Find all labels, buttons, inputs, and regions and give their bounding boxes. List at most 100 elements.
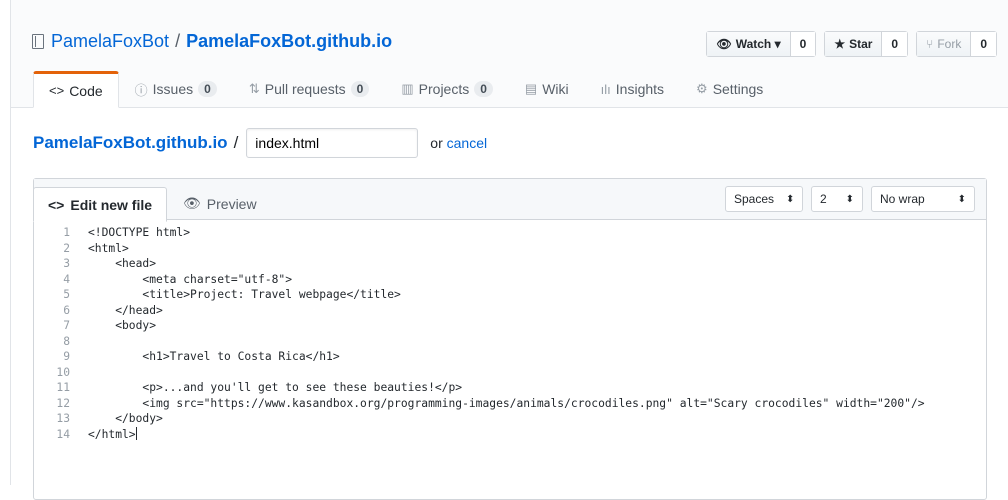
repo-nav-tabs: <> Code ⓘ Issues 0 ⇅ Pull requests 0 ▥ P… [33,71,779,108]
line-number: 8 [63,334,70,348]
cancel-text: or cancel [430,135,487,151]
tab-pull-requests-label: Pull requests [264,81,346,97]
line-number: 4 [63,272,70,286]
eye-icon: 👁 [716,37,732,51]
code-text[interactable]: <p>...and you'll get to see these beauti… [88,380,462,396]
tab-code[interactable]: <> Code [33,71,119,108]
code-line[interactable]: 9 <h1>Travel to Costa Rica</h1> [34,349,986,365]
code-line[interactable]: 3 <head> [34,256,986,272]
indent-mode-select[interactable]: Spaces ⬍ [725,186,803,212]
code-line[interactable]: 7 <body> [34,318,986,334]
code-line[interactable]: 8 [34,334,986,350]
code-line[interactable]: 12 <img src="https://www.kasandbox.org/p… [34,396,986,412]
repo-separator: / [175,31,181,51]
cancel-link[interactable]: cancel [447,135,487,151]
wrap-mode-value: No wrap [880,192,925,206]
filename-input[interactable] [246,128,419,158]
fork-button[interactable]: ⑂ Fork [917,32,972,56]
code-text[interactable]: <body> [88,318,156,334]
watch-count[interactable]: 0 [790,32,816,56]
tab-wiki-label: Wiki [542,81,569,97]
code-text[interactable]: <meta charset="utf-8"> [88,272,292,288]
tab-projects[interactable]: ▥ Projects 0 [385,71,509,106]
code-line[interactable]: 10 [34,365,986,381]
repo-owner-link[interactable]: PamelaFoxBot [51,31,169,52]
code-icon: <> [49,83,65,98]
star-count[interactable]: 0 [882,32,908,56]
code-text[interactable]: <title>Project: Travel webpage</title> [88,287,400,303]
fork-group: ⑂ Fork 0 [916,31,997,57]
tab-insights[interactable]: ılı Insights [585,71,680,106]
line-number: 10 [56,365,70,379]
tab-preview[interactable]: 👁 Preview [169,187,271,220]
code-text[interactable]: </html> [88,427,136,443]
line-number: 5 [63,288,70,301]
line-number: 12 [56,396,70,410]
line-number: 2 [63,241,70,255]
code-text[interactable]: </head> [88,303,163,319]
indent-size-select[interactable]: 2 ⬍ [811,186,863,212]
code-line[interactable]: 4 <meta charset="utf-8"> [34,272,986,288]
repo-actions: 👁 Watch ▾ 0 ★ Star 0 ⑂ Fork 0 [706,31,997,57]
code-text[interactable]: <h1>Travel to Costa Rica</h1> [88,349,339,365]
gear-icon: ⚙ [696,81,708,96]
breadcrumb-separator: / [233,133,239,152]
tab-pull-requests[interactable]: ⇅ Pull requests 0 [233,71,386,106]
code-line[interactable]: 2 <html> [34,241,986,257]
or-label: or [430,135,443,151]
watch-label: Watch ▾ [735,37,781,51]
text-cursor [135,426,137,440]
line-number: 11 [56,381,70,394]
left-border [0,0,11,485]
watch-button[interactable]: 👁 Watch ▾ [707,32,791,56]
issue-icon: ⓘ [134,82,148,98]
line-number: 1 [63,226,70,239]
editor-header: <> Edit new file 👁 Preview Spaces ⬍ 2 ⬍ … [33,179,986,222]
code-text[interactable]: </body> [88,411,163,427]
wrap-mode-select[interactable]: No wrap ⬍ [871,186,975,212]
repo-book-icon [32,34,44,49]
code-line[interactable]: 11 <p>...and you'll get to see these bea… [34,380,986,396]
code-line[interactable]: 6 </head> [34,303,986,319]
tab-preview-label: Preview [206,195,257,212]
repo-name-link[interactable]: PamelaFoxBot.github.io [186,31,392,52]
project-icon: ▥ [401,81,414,96]
code-line[interactable]: 5 <title>Project: Travel webpage</title> [34,287,986,303]
tab-edit-new-file[interactable]: <> Edit new file [33,187,168,222]
tab-settings[interactable]: ⚙ Settings [680,71,779,106]
line-number: 13 [56,412,70,425]
tab-insights-label: Insights [615,81,665,97]
fork-icon: ⑂ [926,37,934,51]
code-text[interactable]: <img src="https://www.kasandbox.org/prog… [88,396,924,412]
breadcrumb-repo-link[interactable]: PamelaFoxBot.github.io [33,133,228,153]
tab-code-label: Code [69,82,103,99]
star-button[interactable]: ★ Star [825,32,883,56]
wiki-icon: ▤ [524,81,538,96]
projects-counter: 0 [474,81,493,97]
editor-options: Spaces ⬍ 2 ⬍ No wrap ⬍ [725,186,975,212]
code-text[interactable]: <html> [88,241,129,257]
tab-settings-label: Settings [712,81,764,97]
tab-issues-label: Issues [152,81,194,97]
code-line[interactable]: 14 </html> [34,426,986,443]
code-line[interactable]: 1 <!DOCTYPE html> [34,225,986,241]
watch-group: 👁 Watch ▾ 0 [706,31,817,57]
tab-projects-label: Projects [418,81,470,97]
file-path-bar: PamelaFoxBot.github.io / or cancel [33,128,487,158]
tab-issues[interactable]: ⓘ Issues 0 [119,71,233,106]
select-arrows-icon: ⬍ [786,193,795,205]
select-arrows-icon: ⬍ [845,193,854,205]
pull-requests-counter: 0 [350,81,370,97]
graph-icon: ılı [600,81,611,97]
repo-title: PamelaFoxBot / PamelaFoxBot.github.io [32,31,392,52]
line-number: 7 [63,319,70,332]
tab-wiki[interactable]: ▤ Wiki [509,71,585,106]
select-arrows-icon: ⬍ [957,193,966,205]
fork-count[interactable]: 0 [971,32,996,56]
star-icon: ★ [834,37,846,51]
code-area[interactable]: 1 <!DOCTYPE html> 2 <html> 3 <head> 4 <meta c… [34,220,986,442]
eye-icon: 👁 [183,195,201,211]
code-text[interactable]: <head> [88,256,156,272]
code-line[interactable]: 13 </body> [34,411,986,427]
code-text[interactable]: <!DOCTYPE html> [88,225,190,241]
